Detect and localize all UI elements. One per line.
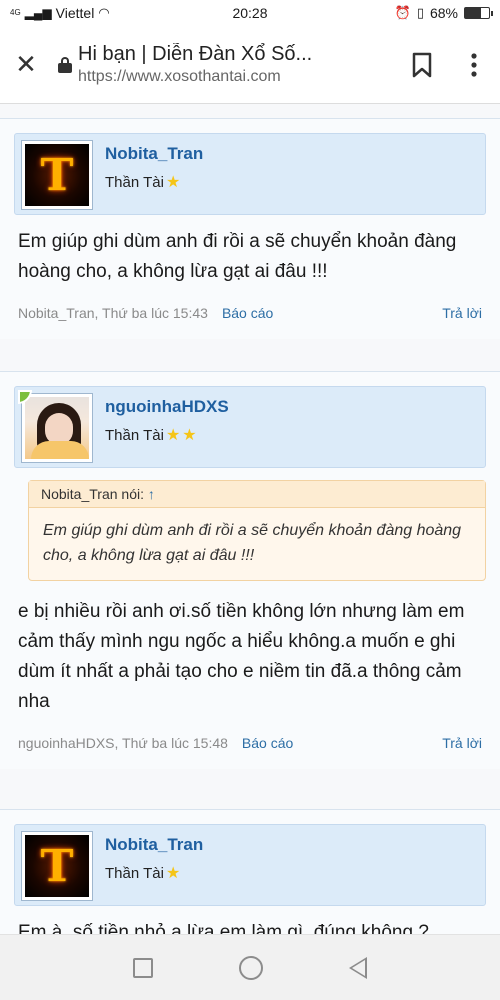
page-title: Hi bạn | Diễn Đàn Xổ Số... — [78, 43, 313, 65]
avatar[interactable]: T — [21, 831, 93, 901]
wifi-icon: ◠ — [98, 5, 110, 20]
star-icon: ★ — [165, 174, 181, 191]
url-area[interactable]: Hi bạn | Diễn Đàn Xổ Số... https://www.x… — [72, 43, 396, 86]
quote-block: Nobita_Tran nói: ↑ Em giúp ghi dùm anh đ… — [28, 480, 486, 581]
battery-icon — [464, 7, 493, 19]
back-icon[interactable] — [349, 956, 367, 979]
post-header: nguoinhaHDXS Thần Tài ★ ★ — [14, 386, 486, 468]
thread-content: T Nobita_Tran Thần Tài ★ Em giúp ghi dùm… — [0, 104, 500, 934]
avatar-letter: T — [40, 149, 74, 201]
user-title: Thần Tài — [105, 864, 164, 882]
status-bar: 4G ▂▄▆ Viettel ◠ 20:28 ⏰ ▯ 68% — [0, 0, 500, 26]
close-icon[interactable]: ✕ — [0, 39, 52, 91]
more-vert-icon[interactable] — [448, 39, 500, 91]
user-rank: Thần Tài ★ — [105, 863, 203, 883]
carrier-name: Viettel — [55, 5, 95, 21]
report-link[interactable]: Báo cáo — [222, 305, 273, 321]
arrow-up-icon[interactable]: ↑ — [148, 486, 155, 502]
post-message: Em giúp ghi dùm anh đi rồi a sẽ chuyển k… — [18, 231, 457, 282]
user-title: Thần Tài — [105, 173, 164, 191]
page-url: https://www.xosothantai.com — [78, 68, 281, 85]
report-link[interactable]: Báo cáo — [242, 735, 293, 751]
reply-link[interactable]: Trả lời — [442, 735, 482, 751]
avatar[interactable]: T — [21, 140, 93, 210]
post-message: Em à, số tiền nhỏ a lừa em làm gì, đúng … — [18, 922, 429, 934]
user-rank: Thần Tài ★ — [105, 172, 203, 192]
post-meta[interactable]: nguoinhaHDXS, Thứ ba lúc 15:48 — [18, 735, 228, 751]
quote-header[interactable]: Nobita_Tran nói: ↑ — [29, 481, 485, 508]
top-spacer — [0, 104, 500, 118]
post: T Nobita_Tran Thần Tài ★ Em à, số tiền n… — [0, 809, 500, 934]
post-meta[interactable]: Nobita_Tran, Thứ ba lúc 15:43 — [18, 305, 208, 321]
system-nav-bar — [0, 934, 500, 1000]
username[interactable]: Nobita_Tran — [105, 144, 203, 164]
vibrate-icon: ▯ — [416, 5, 424, 20]
quote-author: Nobita_Tran nói: — [41, 486, 144, 502]
username[interactable]: Nobita_Tran — [105, 835, 203, 855]
post-gap — [0, 769, 500, 809]
reply-link[interactable]: Trả lời — [442, 305, 482, 321]
avatar[interactable] — [18, 390, 93, 463]
network-type: 4G — [10, 8, 21, 17]
post: nguoinhaHDXS Thần Tài ★ ★ Nobita_Tran nói… — [0, 371, 500, 769]
post: T Nobita_Tran Thần Tài ★ Em giúp ghi dùm… — [0, 118, 500, 339]
lock-icon — [58, 56, 72, 73]
alarm-icon: ⏰ — [394, 5, 411, 20]
bookmark-icon[interactable] — [396, 39, 448, 91]
home-icon[interactable] — [239, 955, 263, 980]
browser-toolbar: ✕ Hi bạn | Diễn Đàn Xổ Số... https://www… — [0, 26, 500, 104]
recents-icon[interactable] — [133, 957, 153, 978]
post-header: T Nobita_Tran Thần Tài ★ — [14, 824, 486, 906]
post-header: T Nobita_Tran Thần Tài ★ — [14, 133, 486, 215]
quote-text: Em giúp ghi dùm anh đi rồi a sẽ chuyển k… — [43, 522, 462, 564]
username[interactable]: nguoinhaHDXS — [105, 397, 229, 417]
clock: 20:28 — [232, 5, 268, 21]
post-message: e bị nhiều rồi anh ơi.số tiền không lớn … — [18, 601, 465, 712]
star-icon: ★ — [182, 427, 197, 444]
post-footer: nguoinhaHDXS, Thứ ba lúc 15:48 Báo cáo T… — [14, 717, 486, 759]
avatar-letter: T — [40, 840, 74, 892]
battery-percent: 68% — [429, 5, 458, 21]
battery-fill — [465, 8, 482, 18]
user-rank: Thần Tài ★ ★ — [105, 425, 229, 445]
post-footer: Nobita_Tran, Thứ ba lúc 15:43 Báo cáo Tr… — [14, 287, 486, 329]
star-icon: ★ — [165, 427, 181, 444]
user-title: Thần Tài — [105, 426, 164, 444]
signal-icon: ▂▄▆ — [24, 6, 52, 20]
star-icon: ★ — [165, 865, 181, 882]
post-gap — [0, 339, 500, 371]
